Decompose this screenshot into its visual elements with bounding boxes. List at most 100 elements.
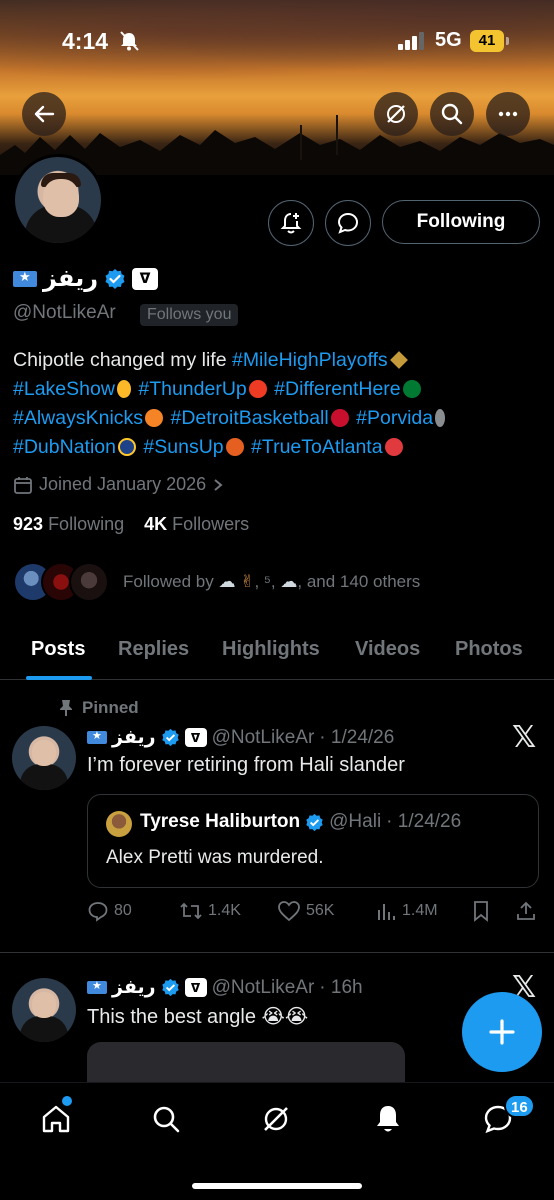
status-time: 4:14 xyxy=(62,28,109,54)
pin-icon xyxy=(60,700,72,716)
cloud-rain-emoji-icon: ☁ xyxy=(218,572,236,591)
notifications-subscribe-button[interactable] xyxy=(268,200,314,246)
profile-handle: @NotLikeAr xyxy=(13,302,116,323)
grok-icon xyxy=(264,1107,288,1131)
quoted-post-time: · 1/24/26 xyxy=(386,811,462,832)
hashtag-link[interactable]: #MileHighPlayoffs xyxy=(232,349,388,371)
chevron-right-icon xyxy=(214,478,223,491)
battery-indicator: 41 xyxy=(470,30,509,52)
tab-videos[interactable]: Videos xyxy=(355,638,420,661)
home-indicator xyxy=(192,1183,362,1189)
verified-badge-icon xyxy=(306,813,323,831)
somalia-flag-icon xyxy=(87,729,107,744)
profile-name-row: ريفز ᐁ xyxy=(13,264,159,293)
post-header: ريفز ᐁ @NotLikeAr · 16h xyxy=(87,976,363,999)
followed-by-row[interactable]: Followed by ☁ ✌, ⁵, ☁, and 140 others xyxy=(13,562,420,602)
search-icon xyxy=(441,103,463,125)
quoted-author-avatar xyxy=(106,811,132,837)
nav-grok[interactable] xyxy=(258,1101,294,1137)
home-unread-dot xyxy=(62,1096,72,1106)
followers-link[interactable]: 4K Followers xyxy=(144,514,249,534)
quoted-post-text: Alex Pretti was murdered. xyxy=(106,847,324,868)
share-button[interactable] xyxy=(515,900,537,922)
reply-button[interactable]: 80 xyxy=(87,900,132,922)
network-type: 5G xyxy=(435,29,462,51)
hashtag-link[interactable]: #DifferentHere xyxy=(274,378,400,400)
hashtag-link[interactable]: #SunsUp xyxy=(143,436,223,458)
avatar-face xyxy=(32,992,56,1018)
hashtag-link[interactable]: #DetroitBasketball xyxy=(170,407,328,429)
profile-tabs: Posts Replies Highlights Videos Photos xyxy=(0,630,554,680)
post-author-name[interactable]: ريفز xyxy=(112,976,156,999)
reply-icon xyxy=(88,902,108,922)
victory-hand-emoji-icon: ✌ xyxy=(240,572,255,591)
like-button[interactable]: 56K xyxy=(277,900,334,922)
bookmark-button[interactable] xyxy=(471,900,491,922)
post-header: ريفز ᐁ @NotLikeAr · 1/24/26 xyxy=(87,726,394,749)
following-label: Following xyxy=(48,514,125,534)
views-button[interactable]: 1.4M xyxy=(375,900,438,922)
x-logo-icon[interactable]: 𝕏 xyxy=(512,720,536,755)
status-bar: 4:14 5G 41 xyxy=(0,22,554,62)
tab-replies[interactable]: Replies xyxy=(118,638,189,661)
messages-badge: 16 xyxy=(504,1094,535,1118)
post-author-handle[interactable]: @NotLikeAr xyxy=(212,977,315,999)
post-author-handle[interactable]: @NotLikeAr xyxy=(212,727,315,749)
post-author-avatar[interactable] xyxy=(12,726,76,790)
post-author-avatar[interactable] xyxy=(12,978,76,1042)
post-time[interactable]: · 16h xyxy=(319,977,362,999)
affiliate-badge: ᐁ xyxy=(184,728,207,747)
more-button[interactable] xyxy=(486,92,530,136)
back-button[interactable] xyxy=(22,92,66,136)
quoted-post-header: Tyrese Haliburton @Hali · 1/24/26 xyxy=(140,811,461,833)
quoted-post[interactable]: Tyrese Haliburton @Hali · 1/24/26 Alex P… xyxy=(87,794,539,888)
hashtag-link[interactable]: #DubNation xyxy=(13,436,116,458)
hashtag-link[interactable]: #ThunderUp xyxy=(138,378,246,400)
repost-button[interactable]: 1.4K xyxy=(179,900,241,922)
search-button[interactable] xyxy=(430,92,474,136)
pinned-text: Pinned xyxy=(82,698,139,717)
share-icon xyxy=(517,901,535,920)
pinned-label: Pinned xyxy=(58,698,139,718)
tab-highlights[interactable]: Highlights xyxy=(222,638,320,661)
tab-posts[interactable]: Posts xyxy=(31,638,85,661)
compose-post-button[interactable] xyxy=(462,992,542,1072)
nav-notifications[interactable] xyxy=(370,1101,406,1137)
tab-photos[interactable]: Photos xyxy=(455,638,523,661)
verified-badge-icon xyxy=(161,978,179,997)
affiliate-badge[interactable]: ᐁ xyxy=(132,267,159,290)
nav-search[interactable] xyxy=(148,1101,184,1137)
message-button[interactable] xyxy=(325,200,371,246)
like-count: 56K xyxy=(306,902,335,919)
profile-bio: Chipotle changed my life #MileHighPlayof… xyxy=(13,346,543,462)
bell-plus-icon xyxy=(280,213,302,234)
following-button[interactable]: Following xyxy=(382,200,540,244)
grok-button[interactable] xyxy=(374,92,418,136)
follows-you-badge: Follows you xyxy=(140,304,239,326)
profile-avatar[interactable] xyxy=(12,154,104,246)
bell-icon xyxy=(377,1106,399,1132)
somalia-flag-icon xyxy=(87,979,107,994)
heart-icon xyxy=(278,901,300,922)
celtics-emoji-icon xyxy=(402,380,421,398)
post-author-name[interactable]: ريفز xyxy=(112,726,156,749)
knicks-emoji-icon xyxy=(145,409,164,427)
hashtag-link[interactable]: #LakeShow xyxy=(13,378,115,400)
view-count: 1.4M xyxy=(402,902,438,919)
hashtag-link[interactable]: #TrueToAtlanta xyxy=(251,436,383,458)
cloud-rain-emoji-icon: ☁ xyxy=(280,572,298,591)
avatar-face xyxy=(32,740,56,766)
hashtag-link[interactable]: #AlwaysKnicks xyxy=(13,407,143,429)
avatar-shirt xyxy=(20,764,68,790)
affiliate-badge: ᐁ xyxy=(184,978,207,997)
joined-date[interactable]: Joined January 2026 xyxy=(13,474,224,495)
verified-badge-icon[interactable] xyxy=(104,268,126,290)
following-link[interactable]: 923 Following xyxy=(13,514,124,534)
followed-by-mid: , ⁵, xyxy=(254,572,281,591)
warriors-emoji-icon xyxy=(117,438,136,456)
active-tab-indicator xyxy=(26,676,92,680)
post-time[interactable]: · 1/24/26 xyxy=(319,727,394,749)
hashtag-link[interactable]: #Porvida xyxy=(356,407,433,429)
nav-home[interactable] xyxy=(38,1101,74,1137)
nuggets-emoji-icon xyxy=(389,351,408,369)
